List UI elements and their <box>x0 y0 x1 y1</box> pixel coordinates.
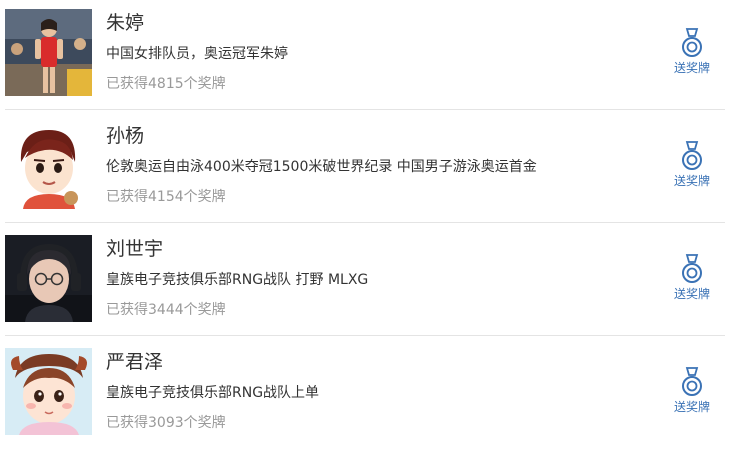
give-medal-label: 送奖牌 <box>673 61 710 75</box>
list-item: 严君泽 皇族电子竞技俱乐部RNG战队上单 已获得3093个奖牌 送奖牌 <box>0 339 732 452</box>
person-description: 伦敦奥运自由泳400米夺冠1500米破世界纪录 中国男子游泳奥运首金 <box>106 159 537 175</box>
list-item: 孙杨 伦敦奥运自由泳400米夺冠1500米破世界纪录 中国男子游泳奥运首金 已获… <box>0 113 732 226</box>
medal-count: 已获得3444个奖牌 <box>106 302 226 318</box>
person-name[interactable]: 朱婷 <box>106 12 144 34</box>
medal-count: 已获得4815个奖牌 <box>106 76 226 92</box>
divider <box>5 109 725 110</box>
avatar[interactable] <box>5 235 92 322</box>
avatar[interactable] <box>5 9 92 96</box>
give-medal-label: 送奖牌 <box>673 287 710 301</box>
medal-count: 已获得4154个奖牌 <box>106 189 226 205</box>
give-medal-button[interactable]: 送奖牌 <box>668 254 716 304</box>
give-medal-button[interactable]: 送奖牌 <box>668 367 716 417</box>
medal-count: 已获得3093个奖牌 <box>106 415 226 431</box>
give-medal-label: 送奖牌 <box>673 174 710 188</box>
medal-icon <box>682 28 702 57</box>
give-medal-label: 送奖牌 <box>673 400 710 414</box>
give-medal-button[interactable]: 送奖牌 <box>668 28 716 78</box>
medal-icon <box>682 254 702 283</box>
person-name[interactable]: 严君泽 <box>106 351 163 373</box>
avatar[interactable] <box>5 122 92 209</box>
medal-ranking-list: 朱婷 中国女排队员，奥运冠军朱婷 已获得4815个奖牌 送奖牌 孙杨 伦敦奥运自… <box>0 0 732 435</box>
person-description: 皇族电子竞技俱乐部RNG战队上单 <box>106 385 320 401</box>
person-name[interactable]: 刘世宇 <box>106 238 163 260</box>
person-description: 皇族电子竞技俱乐部RNG战队 打野 MLXG <box>106 272 369 288</box>
avatar[interactable] <box>5 348 92 435</box>
person-description: 中国女排队员，奥运冠军朱婷 <box>106 46 288 62</box>
medal-icon <box>682 141 702 170</box>
list-item: 刘世宇 皇族电子竞技俱乐部RNG战队 打野 MLXG 已获得3444个奖牌 送奖… <box>0 226 732 339</box>
divider <box>5 335 725 336</box>
list-item: 朱婷 中国女排队员，奥运冠军朱婷 已获得4815个奖牌 送奖牌 <box>0 0 732 113</box>
medal-icon <box>682 367 702 396</box>
divider <box>5 222 725 223</box>
person-name[interactable]: 孙杨 <box>106 125 144 147</box>
give-medal-button[interactable]: 送奖牌 <box>668 141 716 191</box>
